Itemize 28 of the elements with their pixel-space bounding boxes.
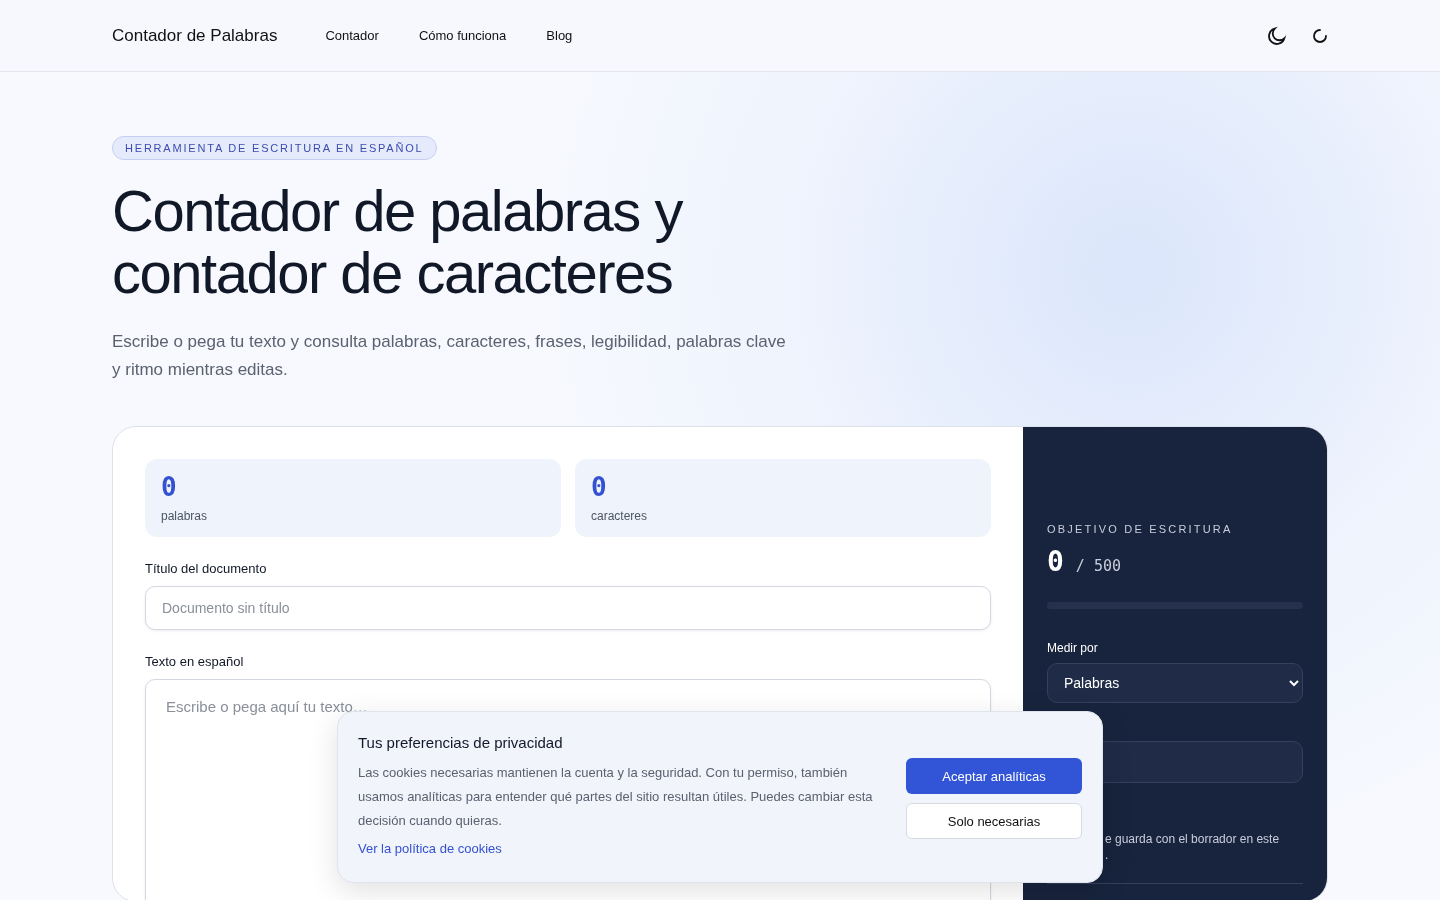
stat-label: palabras (161, 509, 209, 523)
nav-link[interactable]: Contador (325, 28, 379, 43)
field-label: Texto en español (145, 654, 245, 669)
title-input[interactable]: Documento sin título (145, 586, 991, 630)
goal-target: / 500 (1075, 557, 1121, 575)
site-logo[interactable]: Contador de Palabras (112, 25, 278, 46)
category-badge: HERRAMIENTA DE ESCRITURA EN ESPAÑOL (112, 136, 437, 160)
nav-link[interactable]: Blog (546, 28, 573, 43)
spinner-icon (1312, 27, 1328, 44)
goal-current: 0 (1047, 545, 1064, 578)
nav-link[interactable]: Cómo funciona (418, 28, 507, 43)
accept-button[interactable]: Aceptar analíticas (906, 758, 1082, 794)
section-heading: OBJETIVO DE ESCRITURA (1047, 523, 1234, 535)
stat-value: 0 (161, 471, 178, 504)
measure-select[interactable]: Palabras (1047, 663, 1303, 703)
field-label: Medir por (1047, 641, 1099, 655)
note-text: . (1104, 847, 1110, 863)
page-description: Escribe o pega tu texto y consulta palabras, caracteres, frases, legibilidad, palabras clave y ritmo mientras editas. (112, 331, 787, 381)
moon-icon[interactable] (1266, 24, 1288, 47)
banner-text: Las cookies necesarias mantienen la cuenta y la seguridad. Con tu permiso, también usamos analíticas para entender qué partes del sitio resultan útiles. Puedes cambiar esta decisión cuando quieras. (358, 764, 874, 830)
policy-link[interactable]: Ver la política de cookies (358, 841, 502, 856)
page-heading: Contador de palabras y contador de caracteres (112, 180, 684, 304)
stat-value: 0 (591, 471, 608, 504)
stat-label: caracteres (591, 509, 649, 523)
field-label: Título del documento (145, 561, 268, 576)
banner-title: Tus preferencias de privacidad (358, 734, 564, 751)
note-text: e guarda con el borrador en este (1104, 831, 1281, 847)
decline-button[interactable]: Solo necesarias (906, 803, 1082, 839)
